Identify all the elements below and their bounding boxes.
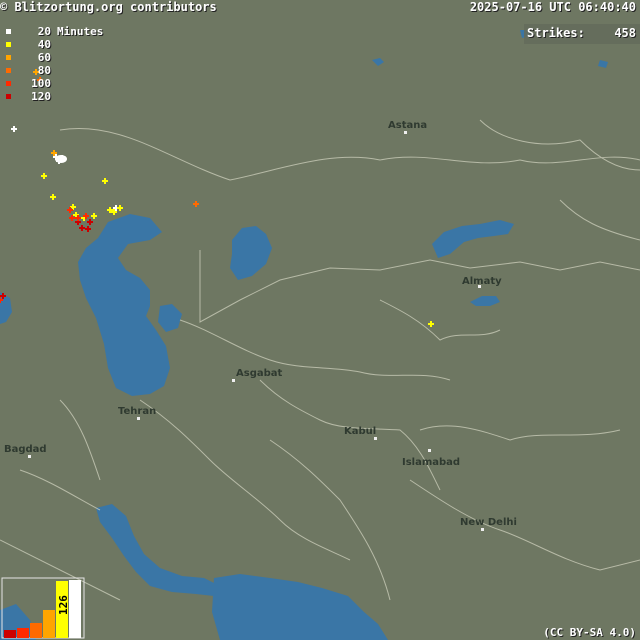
strikes-count: 458 xyxy=(614,26,636,40)
map-credit: © Blitzortung.org contributors xyxy=(0,0,217,14)
histogram-bar xyxy=(43,610,55,638)
legend-swatch xyxy=(6,81,11,86)
legend-swatch xyxy=(6,68,11,73)
timestamp: 2025-07-16 UTC 06:40:40 xyxy=(469,0,636,14)
city-tehran: Tehran xyxy=(118,406,156,417)
strike-cluster xyxy=(55,155,67,163)
histogram-value-label: 126 xyxy=(57,595,70,615)
legend-row: 40 xyxy=(6,38,103,51)
city-islamabad: Islamabad xyxy=(402,457,460,468)
city-kabul: Kabul xyxy=(344,426,376,437)
legend-swatch xyxy=(6,55,11,60)
city-new-delhi: New Delhi xyxy=(460,517,517,528)
legend-row: 20 Minutes xyxy=(6,25,103,38)
city-asgabat: Asgabat xyxy=(236,368,283,379)
legend-label: 120 xyxy=(31,90,51,103)
legend-swatch xyxy=(6,42,11,47)
strikes-label: Strikes: xyxy=(527,26,585,40)
histogram-bar xyxy=(69,580,81,638)
city-astana: Astana xyxy=(388,120,427,131)
time-legend: 20 Minutes 40 60 80 100 120 xyxy=(6,25,103,103)
city-almaty: Almaty xyxy=(462,276,502,287)
legend-label: 40 xyxy=(37,38,51,51)
histogram-bar xyxy=(4,630,16,638)
strike-histogram: 126 xyxy=(1,577,85,639)
legend-label: 80 xyxy=(37,64,51,77)
legend-row: 100 xyxy=(6,77,103,90)
legend-row: 120 xyxy=(6,90,103,103)
legend-row: 60 xyxy=(6,51,103,64)
histogram-bar xyxy=(17,628,29,638)
histogram-bar xyxy=(30,623,42,638)
legend-swatch xyxy=(6,94,11,99)
legend-unit: Minutes xyxy=(57,25,104,38)
legend-label: 60 xyxy=(37,51,51,64)
legend-label: 20 xyxy=(37,25,51,38)
legend-swatch xyxy=(6,29,11,34)
legend-label: 100 xyxy=(31,77,51,90)
legend-row: 80 xyxy=(6,64,103,77)
license-credit: (CC BY-SA 4.0) xyxy=(543,626,636,639)
city-bagdad: Bagdad xyxy=(4,444,47,455)
